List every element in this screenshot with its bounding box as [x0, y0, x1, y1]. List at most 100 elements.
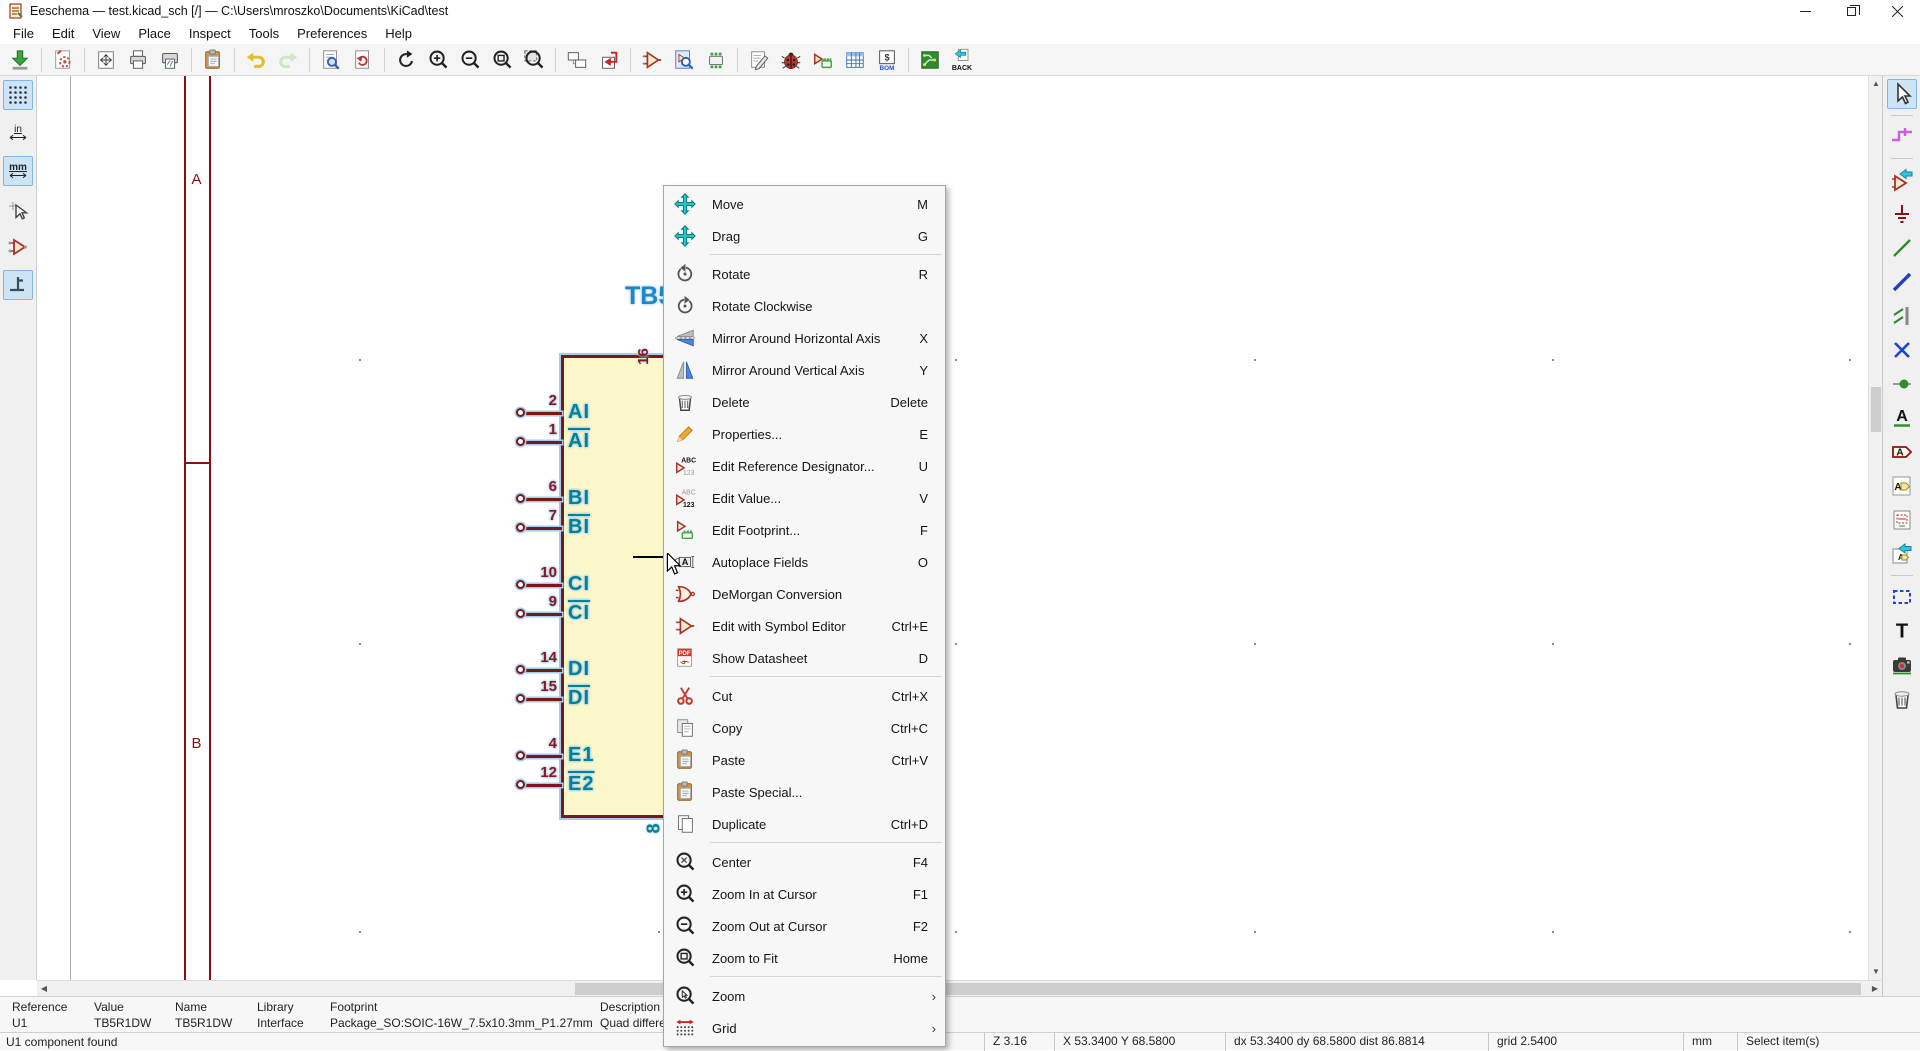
context-menu-item-duplicate[interactable]: DuplicateCtrl+D: [664, 808, 945, 840]
menu-place[interactable]: Place: [129, 24, 180, 43]
delete-tool-button[interactable]: [1887, 684, 1917, 714]
context-menu-item-paste-special[interactable]: Paste Special...: [664, 776, 945, 808]
copy-icon: [674, 717, 696, 739]
context-menu-item-show-datasheet[interactable]: PDFShow DatasheetD: [664, 642, 945, 674]
context-menu-item-autoplace-fields[interactable]: AAutoplace FieldsO: [664, 546, 945, 578]
symbol-fields-table-button[interactable]: [840, 45, 870, 75]
menu-edit[interactable]: Edit: [43, 24, 83, 43]
context-menu-item-rotate-clockwise[interactable]: Rotate Clockwise: [664, 290, 945, 322]
context-menu-item-edit-value[interactable]: ABC123Edit Value...V: [664, 482, 945, 514]
erc-button[interactable]: [776, 45, 806, 75]
v-scroll-thumb[interactable]: [1871, 387, 1881, 432]
context-menu-item-center[interactable]: CenterF4: [664, 846, 945, 878]
place-symbol-button[interactable]: [1887, 165, 1917, 195]
place-wire-button[interactable]: [1887, 233, 1917, 263]
annotate-button[interactable]: [744, 45, 774, 75]
leave-sheet-button[interactable]: [594, 45, 624, 75]
scroll-right-arrow[interactable]: ▶: [1868, 981, 1882, 997]
redo-button[interactable]: [273, 45, 303, 75]
context-menu-item-mirror-around-horizontal-axis[interactable]: Mirror Around Horizontal AxisX: [664, 322, 945, 354]
context-menu-item-grid[interactable]: Grid›: [664, 1012, 945, 1044]
refresh-button[interactable]: [391, 45, 421, 75]
place-bus-entry-button[interactable]: [1887, 301, 1917, 331]
highlight-net-button[interactable]: [1887, 122, 1917, 152]
print-button[interactable]: [123, 45, 153, 75]
minimize-button[interactable]: [1782, 0, 1828, 22]
restore-button[interactable]: [1828, 0, 1874, 22]
units-mm-button[interactable]: mm: [3, 156, 33, 186]
place-junction-button[interactable]: [1887, 369, 1917, 399]
context-menu-item-properties[interactable]: Properties...E: [664, 418, 945, 450]
menu-item-label: Center: [712, 855, 751, 870]
hidden-pins-button[interactable]: [3, 232, 33, 262]
vertical-scrollbar[interactable]: ▲ ▼: [1868, 76, 1882, 980]
context-menu-item-edit-reference-designator[interactable]: ABC123Edit Reference Designator...U: [664, 450, 945, 482]
back-annotate-button[interactable]: BACK: [947, 45, 977, 75]
schematic-setup-button[interactable]: [48, 45, 78, 75]
page-settings-button[interactable]: [91, 45, 121, 75]
context-menu-item-move[interactable]: MoveM: [664, 188, 945, 220]
schematic-canvas[interactable]: ABTB5R1DW2AI1AI6BI7BI10CI9CI14DI15DI4E11…: [37, 76, 1868, 980]
context-menu-item-delete[interactable]: DeleteDelete: [664, 386, 945, 418]
menu-item-label: Mirror Around Horizontal Axis: [712, 331, 880, 346]
assign-footprints-button[interactable]: [808, 45, 838, 75]
context-menu-item-zoom[interactable]: Zoom›: [664, 980, 945, 1012]
place-net-label-button[interactable]: A: [1887, 403, 1917, 433]
context-menu-item-copy[interactable]: CopyCtrl+C: [664, 712, 945, 744]
units-inches-button[interactable]: in: [3, 118, 33, 148]
find-replace-button[interactable]: [348, 45, 378, 75]
scroll-down-arrow[interactable]: ▼: [1869, 964, 1883, 980]
menu-tools[interactable]: Tools: [240, 24, 288, 43]
place-bus-button[interactable]: [1887, 267, 1917, 297]
symbol-browser-button[interactable]: [669, 45, 699, 75]
context-menu-item-rotate[interactable]: RotateR: [664, 258, 945, 290]
zoom-selection-button[interactable]: [519, 45, 549, 75]
menu-view[interactable]: View: [83, 24, 129, 43]
horizontal-scrollbar[interactable]: ◀ ▶: [37, 980, 1882, 996]
cursor-shape-button[interactable]: [3, 194, 33, 224]
hv-wire-mode-button[interactable]: [3, 270, 33, 300]
place-hierarchical-label-button[interactable]: A: [1887, 471, 1917, 501]
grid-toggle-button[interactable]: [3, 80, 33, 110]
close-button[interactable]: [1874, 0, 1920, 22]
symbol-editor-button[interactable]: [637, 45, 667, 75]
place-power-port-button[interactable]: [1887, 199, 1917, 229]
place-text-button[interactable]: T: [1887, 616, 1917, 646]
place-hierarchical-sheet-button[interactable]: [1887, 505, 1917, 535]
menu-help[interactable]: Help: [376, 24, 421, 43]
menu-inspect[interactable]: Inspect: [180, 24, 240, 43]
context-menu-item-edit-footprint[interactable]: Edit Footprint...F: [664, 514, 945, 546]
context-menu-item-edit-with-symbol-editor[interactable]: Edit with Symbol EditorCtrl+E: [664, 610, 945, 642]
zoom-fit-button[interactable]: [487, 45, 517, 75]
select-tool-button[interactable]: [1887, 79, 1917, 109]
context-menu-item-drag[interactable]: DragG: [664, 220, 945, 252]
context-menu-item-zoom-in-at-cursor[interactable]: Zoom In at CursorF1: [664, 878, 945, 910]
place-no-connect-button[interactable]: [1887, 335, 1917, 365]
place-image-button[interactable]: [1887, 650, 1917, 680]
hierarchy-navigator-button[interactable]: [562, 45, 592, 75]
context-menu-item-paste[interactable]: PasteCtrl+V: [664, 744, 945, 776]
zoom-out-button[interactable]: [455, 45, 485, 75]
paste-button[interactable]: [198, 45, 228, 75]
context-menu-item-zoom-out-at-cursor[interactable]: Zoom Out at CursorF2: [664, 910, 945, 942]
zoom-in-button[interactable]: [423, 45, 453, 75]
place-global-label-button[interactable]: A: [1887, 437, 1917, 467]
context-menu-item-demorgan-conversion[interactable]: DeMorgan Conversion: [664, 578, 945, 610]
context-menu-item-mirror-around-vertical-axis[interactable]: Mirror Around Vertical AxisY: [664, 354, 945, 386]
undo-button[interactable]: [241, 45, 271, 75]
scroll-left-arrow[interactable]: ◀: [37, 981, 51, 997]
place-graphic-lines-button[interactable]: [1887, 582, 1917, 612]
save-button[interactable]: [5, 45, 35, 75]
plot-button[interactable]: [155, 45, 185, 75]
bom-button[interactable]: $BOM: [872, 45, 902, 75]
menu-preferences[interactable]: Preferences: [288, 24, 376, 43]
menu-file[interactable]: File: [4, 24, 43, 43]
context-menu-item-cut[interactable]: CutCtrl+X: [664, 680, 945, 712]
import-sheet-pin-button[interactable]: A: [1887, 539, 1917, 569]
pin-line: [525, 498, 562, 501]
footprint-editor-button[interactable]: [701, 45, 731, 75]
scroll-up-arrow[interactable]: ▲: [1869, 76, 1883, 92]
find-button[interactable]: [316, 45, 346, 75]
context-menu-item-zoom-to-fit[interactable]: Zoom to FitHome: [664, 942, 945, 974]
run-pcbnew-button[interactable]: [915, 45, 945, 75]
